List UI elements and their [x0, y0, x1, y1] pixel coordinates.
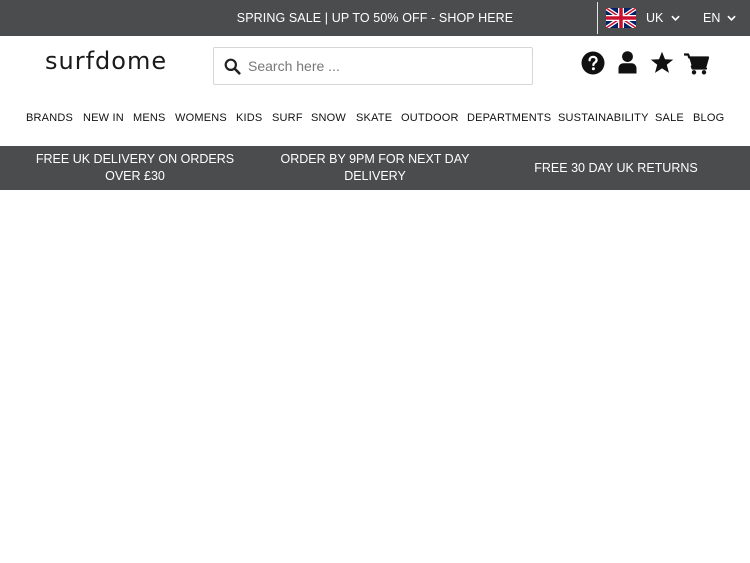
main-nav: BRANDS NEW IN MENS WOMENS KIDS SURF SNOW…	[0, 112, 750, 130]
search-icon[interactable]	[224, 58, 241, 75]
wishlist-star-icon[interactable]	[650, 51, 674, 74]
search-input[interactable]	[248, 48, 528, 84]
top-promo-bar: SPRING SALE | UP TO 50% OFF - SHOP HERE …	[0, 0, 750, 36]
nav-item-kids[interactable]: KIDS	[236, 112, 262, 124]
nav-item-departments[interactable]: DEPARTMENTS	[467, 112, 551, 124]
nav-item-brands[interactable]: BRANDS	[26, 112, 73, 124]
chevron-down-icon	[727, 15, 737, 21]
usp-returns[interactable]: FREE 30 DAY UK RETURNS	[506, 146, 726, 190]
usp-bar: FREE UK DELIVERY ON ORDERS OVER £30 ORDE…	[0, 146, 750, 190]
topbar-divider	[597, 2, 598, 34]
cart-icon[interactable]	[684, 53, 709, 75]
usp-next-day[interactable]: ORDER BY 9PM FOR NEXT DAY DELIVERY	[270, 146, 480, 190]
uk-flag-icon	[606, 8, 636, 28]
promo-link[interactable]: SPRING SALE | UP TO 50% OFF - SHOP HERE	[160, 0, 590, 36]
region-selector[interactable]: UK	[606, 0, 681, 36]
nav-item-womens[interactable]: WOMENS	[175, 112, 227, 124]
usp-delivery[interactable]: FREE UK DELIVERY ON ORDERS OVER £30	[30, 146, 240, 190]
nav-item-snow[interactable]: SNOW	[311, 112, 346, 124]
region-label: UK	[646, 11, 664, 25]
nav-item-new-in[interactable]: NEW IN	[83, 112, 124, 124]
search-box	[213, 47, 533, 85]
header-icons	[580, 51, 710, 77]
help-icon[interactable]	[581, 51, 605, 75]
account-icon[interactable]	[618, 51, 637, 74]
nav-item-surf[interactable]: SURF	[272, 112, 303, 124]
nav-item-outdoor[interactable]: OUTDOOR	[401, 112, 459, 124]
nav-item-mens[interactable]: MENS	[133, 112, 166, 124]
site-logo[interactable]: surfdome	[45, 47, 167, 75]
page-content	[0, 190, 750, 563]
chevron-down-icon	[671, 15, 681, 21]
nav-item-skate[interactable]: SKATE	[356, 112, 392, 124]
nav-item-sustainability[interactable]: SUSTAINABILITY	[558, 112, 649, 124]
nav-item-sale[interactable]: SALE	[655, 112, 684, 124]
language-label: EN	[703, 11, 721, 25]
language-selector[interactable]: EN	[703, 0, 737, 36]
nav-item-blog[interactable]: BLOG	[693, 112, 724, 124]
